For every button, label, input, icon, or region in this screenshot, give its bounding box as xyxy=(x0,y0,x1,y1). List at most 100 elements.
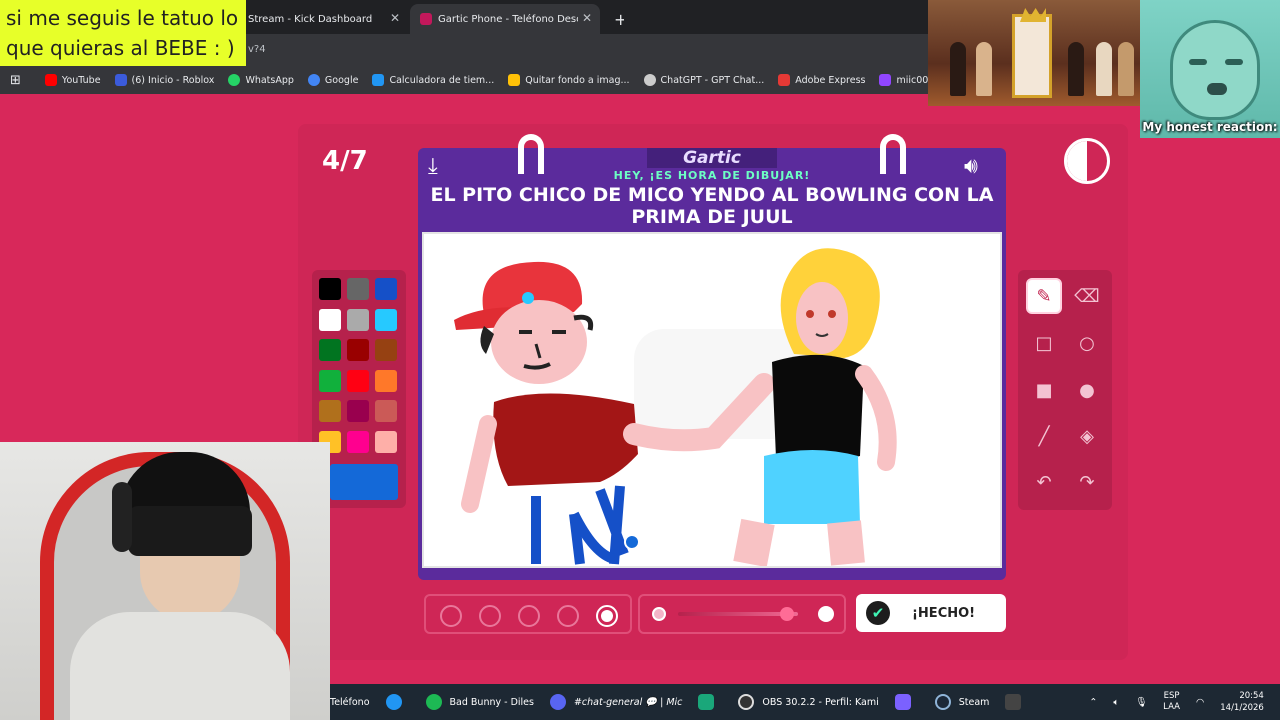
taskbar-item-telefono[interactable]: Teléfono xyxy=(330,697,370,708)
color-swatch[interactable] xyxy=(319,278,341,300)
chevron-up-icon[interactable]: ⌃ xyxy=(1089,697,1097,708)
done-button[interactable]: ✔ ¡HECHO! xyxy=(856,594,1006,632)
flame-icon xyxy=(385,694,402,710)
color-swatch[interactable] xyxy=(347,308,369,331)
bookmark-calculadora[interactable]: Calculadora de tiem... xyxy=(372,74,494,86)
reaction-caption: My honest reaction: xyxy=(1142,120,1278,134)
current-color-swatch xyxy=(330,464,398,500)
address-url: v?4 xyxy=(248,44,266,55)
tab-gartic-phone[interactable]: Gartic Phone - Teléfono Descon ✕ xyxy=(410,4,600,34)
bookmark-whatsapp[interactable]: WhatsApp xyxy=(228,74,294,86)
gartic-favicon-icon xyxy=(420,13,432,25)
obs-icon xyxy=(738,694,755,710)
square-fill-icon[interactable]: ■ xyxy=(1026,372,1062,408)
bookmark-youtube[interactable]: YouTube xyxy=(44,74,101,86)
color-swatch[interactable] xyxy=(375,430,397,453)
taskbar-item-spotify[interactable]: Bad Bunny - Diles xyxy=(425,694,534,710)
image-icon xyxy=(508,74,521,86)
opacity-low-icon xyxy=(652,607,666,621)
fill-bucket-icon[interactable]: ◈ xyxy=(1069,418,1105,454)
square-outline-icon[interactable]: □ xyxy=(1026,325,1062,361)
taskbar: Teléfono Bad Bunny - Diles #chat-general… xyxy=(330,684,1280,720)
microphone-icon[interactable]: 🎙︎ xyxy=(1135,697,1147,708)
taskbar-item-window[interactable] xyxy=(1005,694,1029,710)
steam-icon xyxy=(934,694,951,710)
color-swatch[interactable] xyxy=(319,339,341,361)
bookmark-google[interactable]: Google xyxy=(307,74,358,86)
color-swatch[interactable] xyxy=(375,400,397,422)
color-swatch[interactable] xyxy=(347,430,369,453)
color-swatch[interactable] xyxy=(319,308,341,331)
taskbar-item-obs[interactable]: OBS 30.2.2 - Perfil: Kami xyxy=(738,694,879,710)
round-counter: 4/7 xyxy=(322,146,368,176)
color-swatch[interactable] xyxy=(347,278,369,300)
whatsapp-icon xyxy=(228,74,241,86)
window-icon xyxy=(1005,694,1022,710)
color-swatch[interactable] xyxy=(375,369,397,392)
circle-outline-icon[interactable]: ○ xyxy=(1069,325,1105,361)
clock[interactable]: 20:54 14/1/2026 xyxy=(1220,690,1264,714)
color-swatch[interactable] xyxy=(347,369,369,392)
taskbar-item-discord[interactable]: #chat-general 💬 | Mic xyxy=(549,694,682,710)
undo-icon[interactable]: ↶ xyxy=(1026,464,1062,500)
bookmark-adobe-express[interactable]: Adobe Express xyxy=(778,74,865,86)
color-swatch[interactable] xyxy=(375,339,397,361)
pen-icon[interactable]: ✎ xyxy=(1026,278,1062,314)
youtube-icon xyxy=(44,74,57,86)
app-icon xyxy=(698,694,715,710)
brush-size-1[interactable] xyxy=(440,605,462,627)
brush-size-4[interactable] xyxy=(557,605,579,627)
brush-cursor xyxy=(624,534,640,550)
brush-size-2[interactable] xyxy=(479,605,501,627)
language-indicator[interactable]: ESP LAA xyxy=(1163,691,1180,713)
speaker-icon[interactable]: 🔈︎ xyxy=(1113,697,1119,708)
redo-icon[interactable]: ↷ xyxy=(1069,464,1105,500)
figure xyxy=(1096,42,1112,96)
wifi-icon[interactable]: ◠ xyxy=(1196,697,1204,708)
board-clip-left xyxy=(518,134,544,174)
calculator-icon xyxy=(372,74,385,86)
bookmark-chatgpt[interactable]: ChatGPT - GPT Chat... xyxy=(643,74,764,86)
discord-icon xyxy=(549,694,566,710)
taskbar-item-flame[interactable] xyxy=(385,694,410,710)
close-icon[interactable]: ✕ xyxy=(582,11,592,25)
figure xyxy=(1118,42,1134,96)
new-tab-button[interactable]: + xyxy=(604,4,624,34)
color-swatch[interactable] xyxy=(319,369,341,392)
color-swatch[interactable] xyxy=(347,339,369,361)
opacity-slider[interactable] xyxy=(638,594,846,634)
board-clip-right xyxy=(880,134,906,174)
color-swatch[interactable] xyxy=(375,308,397,331)
brush-size-5[interactable] xyxy=(596,605,618,627)
figure xyxy=(1068,42,1084,96)
color-swatch[interactable] xyxy=(319,400,341,422)
webcam-main xyxy=(0,442,330,720)
taskbar-item-steam[interactable]: Steam xyxy=(934,694,989,710)
color-swatch[interactable] xyxy=(375,278,397,300)
taskbar-item-copilot[interactable] xyxy=(894,694,919,710)
brush-size-selector xyxy=(424,594,632,634)
circle-fill-icon[interactable]: ● xyxy=(1069,372,1105,408)
reaction-overlay: My honest reaction: xyxy=(1140,0,1280,138)
roblox-icon xyxy=(114,74,127,86)
contrast-toggle-icon[interactable] xyxy=(1064,138,1110,184)
eraser-icon[interactable]: ⌫ xyxy=(1069,278,1105,314)
taskbar-item-app[interactable] xyxy=(698,694,722,710)
color-swatch[interactable] xyxy=(347,400,369,422)
stream-caption: si me seguis le tatuo lo que quieras al … xyxy=(0,0,246,66)
tab-kick-dashboard[interactable]: Stream - Kick Dashboard ✕ xyxy=(238,4,408,34)
headset-icon xyxy=(112,482,132,552)
apps-grid-icon[interactable]: ⊞ xyxy=(10,73,21,88)
bookmark-quitar-fondo[interactable]: Quitar fondo a imag... xyxy=(508,74,630,86)
opacity-thumb[interactable] xyxy=(780,607,794,621)
drawing-canvas[interactable] xyxy=(422,232,1002,568)
tab-title: Gartic Phone - Teléfono Descon xyxy=(438,13,578,25)
line-icon[interactable]: ╱ xyxy=(1026,418,1062,454)
brush-size-3[interactable] xyxy=(518,605,540,627)
copilot-icon xyxy=(894,694,911,710)
webcam-overlay-top xyxy=(928,0,1140,106)
figure xyxy=(950,42,966,96)
close-icon[interactable]: ✕ xyxy=(390,11,400,25)
bookmark-roblox[interactable]: (6) Inicio - Roblox xyxy=(114,74,214,86)
gartic-logo: Gartic xyxy=(647,148,777,168)
